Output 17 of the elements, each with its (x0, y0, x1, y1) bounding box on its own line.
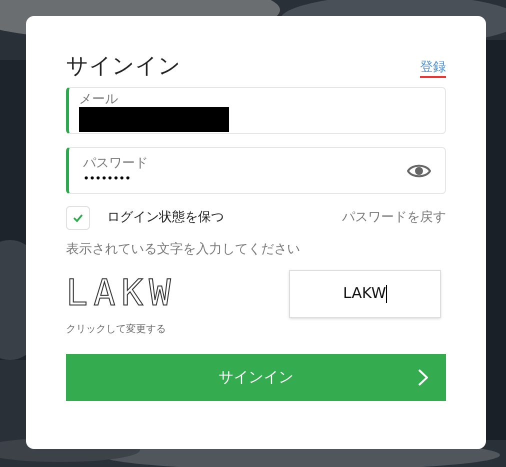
check-icon (73, 214, 83, 222)
captcha-instruction: 表示されている文字を入力してください (66, 241, 301, 259)
dialog-title: サインイン (66, 56, 181, 78)
remember-checkbox[interactable] (66, 206, 90, 230)
password-field[interactable]: パスワード •••••••• (66, 147, 446, 194)
reset-password-link[interactable]: パスワードを戻す (342, 208, 446, 228)
eye-icon[interactable] (407, 162, 431, 178)
chevron-right-icon (418, 368, 428, 386)
remember-label: ログイン状態を保つ (107, 209, 224, 228)
captcha-refresh-hint[interactable]: クリックして変更する (66, 322, 446, 336)
field-label: パスワード (83, 156, 148, 172)
email-field[interactable]: メール (66, 87, 446, 134)
field-label: メール (79, 92, 119, 108)
password-value: •••••••• (83, 172, 132, 186)
register-link[interactable]: 登録 (420, 60, 446, 78)
captcha-input[interactable]: LAKW (289, 270, 441, 318)
captcha-image[interactable]: LAKW (66, 276, 177, 312)
